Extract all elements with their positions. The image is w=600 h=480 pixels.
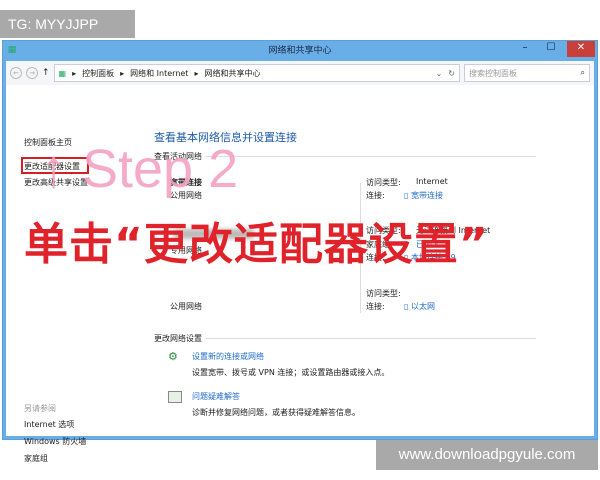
- breadcrumb-item[interactable]: 控制面板: [82, 68, 114, 79]
- breadcrumb-item[interactable]: 网络和 Internet: [130, 68, 188, 79]
- watermark-bottom: www.downloadpgyule.com: [376, 440, 598, 470]
- label: 访问类型:: [366, 289, 401, 298]
- title-bar: ▦ 网络和共享中心 – ☐ ✕: [3, 41, 597, 61]
- chevron-down-icon[interactable]: ⌄: [436, 69, 443, 78]
- network-setup-icon: ⚙: [168, 350, 178, 363]
- setup-connection-link[interactable]: 设置新的连接或网络: [192, 351, 264, 362]
- back-button[interactable]: ←: [10, 67, 22, 79]
- see-also-internet-options[interactable]: Internet 选项: [24, 419, 74, 430]
- minimize-button[interactable]: –: [513, 41, 537, 57]
- network-icon: ▦: [7, 45, 17, 55]
- label: 连接:: [366, 302, 385, 311]
- breadcrumb-item[interactable]: 网络和共享中心: [204, 68, 260, 79]
- connection-link[interactable]: ▯ 宽带连接: [404, 190, 443, 201]
- close-button[interactable]: ✕: [567, 41, 595, 57]
- navigation-bar: ← → ↑ ▦ ▸ 控制面板 ▸ 网络和 Internet ▸ 网络和共享中心 ⌄ ↻…: [6, 61, 594, 85]
- control-panel-icon: ▦: [58, 68, 67, 78]
- step-overlay: ↑ Step 2: [40, 139, 239, 199]
- troubleshoot-link[interactable]: 问题疑难解答: [192, 391, 240, 402]
- search-input[interactable]: 搜索控制面板 ⌕: [464, 64, 590, 82]
- task-description: 设置宽带、拨号或 VPN 连接；或设置路由器或接入点。: [192, 368, 390, 377]
- label: 访问类型:: [366, 178, 401, 187]
- troubleshoot-icon: [168, 391, 182, 403]
- access-type: Internet: [416, 177, 448, 186]
- forward-button[interactable]: →: [26, 67, 38, 79]
- maximize-button[interactable]: ☐: [539, 41, 563, 57]
- label: 连接:: [366, 191, 385, 200]
- window-title: 网络和共享中心: [268, 46, 332, 56]
- refresh-icon[interactable]: ↻: [448, 69, 455, 78]
- watermark-top: TG: MYYJJPP: [0, 10, 135, 38]
- task-description: 诊断并修复网络问题，或者获得疑难解答信息。: [192, 408, 360, 417]
- address-bar[interactable]: ▦ ▸ 控制面板 ▸ 网络和 Internet ▸ 网络和共享中心 ⌄ ↻: [53, 64, 460, 82]
- connection-link[interactable]: ▯ 以太网: [404, 301, 435, 312]
- see-also-homegroup[interactable]: 家庭组: [24, 453, 48, 464]
- see-also-firewall[interactable]: Windows 防火墙: [24, 436, 86, 447]
- section-change-settings: 更改网络设置: [154, 333, 536, 344]
- see-also-title: 另请参阅: [24, 404, 56, 413]
- network-type: 公用网络: [170, 302, 202, 311]
- instruction-overlay: 单击“更改适配器设置”: [24, 219, 489, 270]
- search-icon: ⌕: [580, 68, 585, 77]
- up-button[interactable]: ↑: [42, 68, 50, 78]
